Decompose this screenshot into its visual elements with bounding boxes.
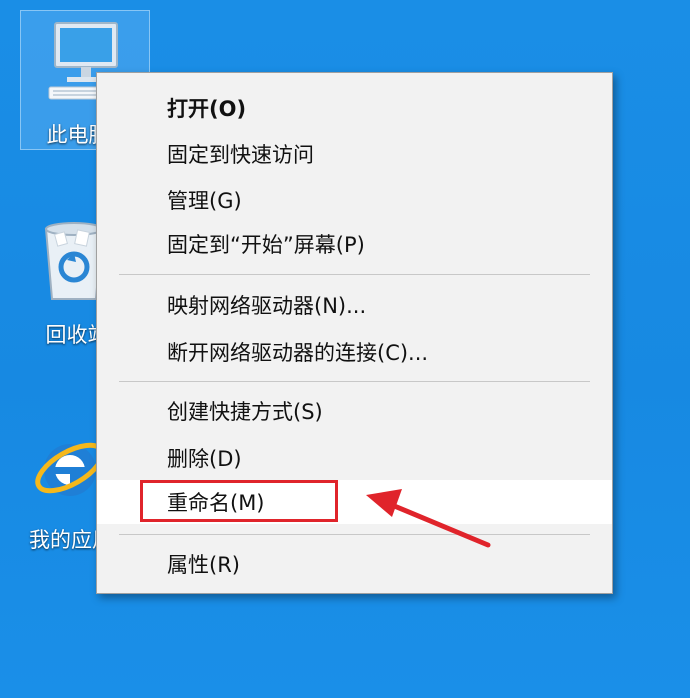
desktop: { "desktop": { "icons": [ {"label": "此电脑…	[0, 0, 690, 698]
arrow-annotation-icon	[366, 489, 491, 548]
